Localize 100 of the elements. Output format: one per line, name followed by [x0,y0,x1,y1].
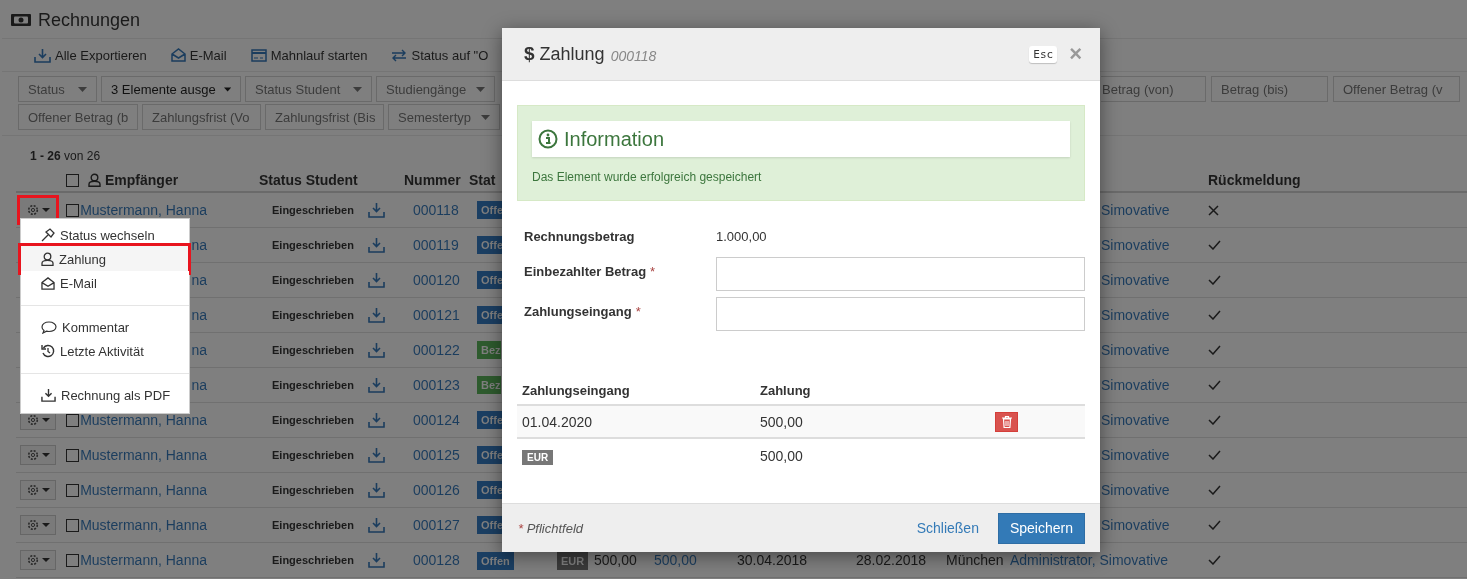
invoice-number-link[interactable]: 000124 [413,412,460,428]
invoice-number-link[interactable]: 000122 [413,342,460,358]
row-checkbox[interactable] [66,203,79,217]
close-button[interactable]: × [1067,44,1084,64]
caret-icon [476,86,485,92]
caret-icon [41,558,50,562]
author-link[interactable]: Simovative [1101,202,1170,218]
status-label: Offe [477,236,503,254]
close-link[interactable]: Schließen [916,520,979,536]
input-field[interactable] [716,297,1085,331]
author-link[interactable]: Simovative [1101,272,1170,288]
column-header[interactable]: Rückmeldung [1208,172,1467,188]
invoice-number-link[interactable]: 000123 [413,377,460,393]
paid-amount-link[interactable]: 500,00 [654,552,697,568]
row-checkbox[interactable] [66,518,79,532]
filter-field[interactable]: Offener Betrag (v [1333,76,1460,102]
author-link[interactable]: Simovative [1101,482,1170,498]
gear-icon [26,484,39,496]
dialog-subtitle: 000118 [610,47,657,64]
recipient-link[interactable]: Mustermann, Hanna [80,447,207,463]
row-checkbox[interactable] [66,483,79,497]
filter-dropdown[interactable]: Status [18,76,97,102]
toolbar-button[interactable]: E-Mail [170,47,227,63]
invoice-number-link[interactable]: 000120 [413,272,460,288]
invoice-number-link[interactable]: 000121 [413,307,460,323]
status-label: Offe [477,306,503,324]
recipient-link[interactable]: Mustermann, Hanna [80,412,207,428]
column-header[interactable]: Nummer [404,172,469,188]
input-field[interactable] [716,257,1085,291]
row-checkbox[interactable] [66,448,79,462]
author-link[interactable]: Administrator, Simovative [1010,552,1168,568]
recipient-link[interactable]: na [191,272,207,288]
invoice-number-link[interactable]: 000119 [413,237,459,253]
gear-icon [26,414,39,426]
author-link[interactable]: Simovative [1101,237,1170,253]
gavel-icon [41,228,55,242]
table-cell-text: 500,00 [760,413,804,430]
toolbar-button[interactable]: Status auf "O [391,47,489,63]
caret-icon [353,86,362,92]
invoice-number-link[interactable]: 000128 [413,552,460,568]
select-all-checkbox[interactable] [66,173,79,187]
recipient-link[interactable]: Mustermann, Hanna [80,552,207,568]
filter-dropdown[interactable]: Status Student [245,76,372,102]
recipient-link[interactable]: Mustermann, Hanna [80,202,207,218]
currency-label: EUR [522,449,554,465]
author-link[interactable]: Simovative [1101,342,1170,358]
toolbar-button[interactable]: Mahnlauf starten [250,47,368,63]
author-link[interactable]: Simovative [1101,447,1170,463]
table-cell-text: Eingeschrieben [272,204,355,216]
column-header[interactable]: Stat [469,172,496,188]
required-note: Pflichtfeld [526,520,584,536]
filter-field[interactable]: Zahlungsfrist (Vo [142,104,261,130]
recipient-link[interactable]: na [191,377,207,393]
caret-icon [78,86,87,92]
download-icon[interactable] [368,377,385,393]
author-link[interactable]: Simovative [1101,307,1170,323]
filter-dropdown[interactable]: Semestertyp [388,104,500,130]
recipient-link[interactable]: na [191,307,207,323]
download-icon[interactable] [368,412,385,428]
status-label: Offe [477,516,503,534]
invoice-number-link[interactable]: 000118 [413,202,459,218]
filter-field[interactable]: Zahlungsfrist (Bis [265,104,384,130]
envelope-icon [170,48,186,62]
download-icon[interactable] [368,447,385,463]
download-icon[interactable] [368,552,385,568]
filter-field[interactable]: Betrag (bis) [1211,76,1328,102]
filter-dropdown[interactable]: Studiengänge [376,76,495,102]
download-icon[interactable] [368,202,385,218]
author-link[interactable]: Simovative [1101,412,1170,428]
recipient-link[interactable]: Mustermann, Hanna [80,517,207,533]
author-link[interactable]: Simovative [1101,517,1170,533]
table-cell-text: Eingeschrieben [272,309,355,321]
author-link[interactable]: Simovative [1101,377,1170,393]
recipient-link[interactable]: na [191,237,207,253]
alert-title: Information [564,127,665,151]
table-cell-text: 500,00 [760,447,804,464]
toolbar-button[interactable]: Alle Exportieren [34,47,147,63]
table-cell-text: Eingeschrieben [272,519,355,531]
recipient-link[interactable]: Mustermann, Hanna [80,482,207,498]
download-icon[interactable] [368,517,385,533]
invoice-number-link[interactable]: 000126 [413,482,460,498]
save-button[interactable]: Speichern [997,512,1085,544]
recipient-link[interactable]: na [191,342,207,358]
delete-button[interactable] [995,411,1018,432]
download-icon[interactable] [368,482,385,498]
column-header[interactable]: Empfänger [105,172,179,188]
status-label: Offe [477,271,503,289]
invoice-number-link[interactable]: 000127 [413,517,460,533]
invoice-number-link[interactable]: 000125 [413,447,460,463]
download-icon[interactable] [368,237,385,253]
download-icon[interactable] [368,307,385,323]
filter-dropdown[interactable]: 3 Elemente ausge [101,76,241,102]
download-icon[interactable] [368,342,385,358]
filter-field[interactable]: Betrag (von) [1101,76,1206,102]
row-checkbox[interactable] [66,413,79,427]
filter-field[interactable]: Offener Betrag (b [18,104,138,130]
download-icon[interactable] [368,272,385,288]
row-checkbox[interactable] [66,553,79,567]
table-cell-text: 28.02.2018 [856,552,928,568]
column-header[interactable]: Status Student [259,172,404,188]
